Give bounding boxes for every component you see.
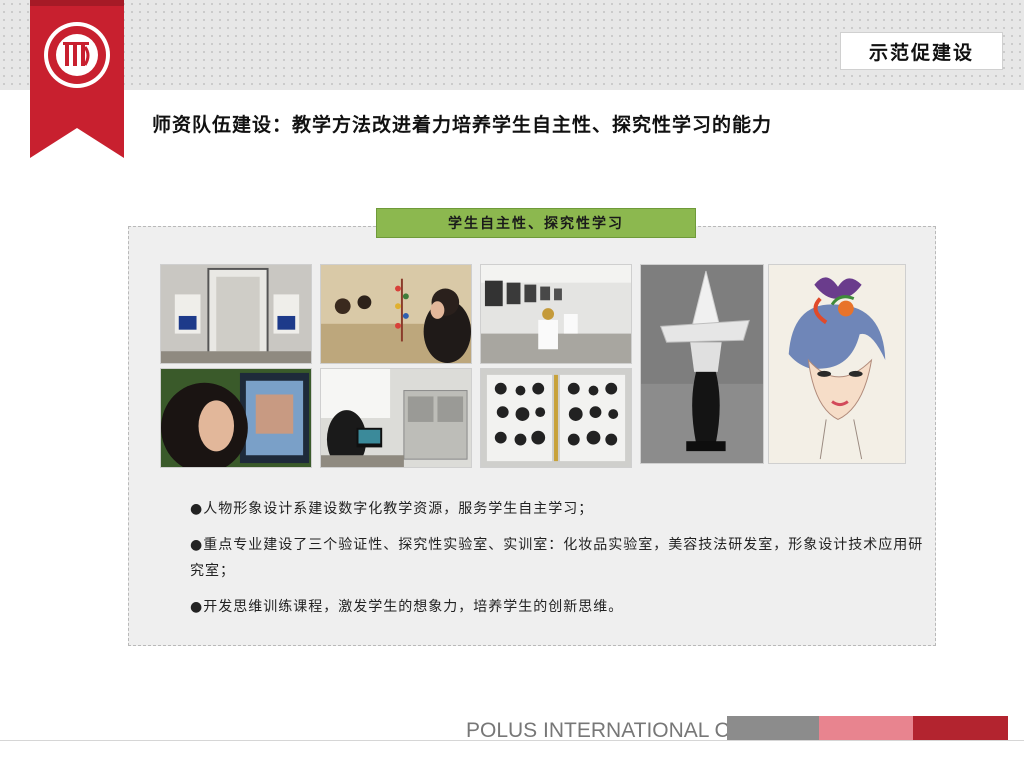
photo-display-kiosks [160,264,312,364]
photo-computer-lab [320,368,472,468]
photo-pattern-board [480,368,632,468]
photo-lab-students [320,264,472,364]
page-title: 师资队伍建设：教学方法改进着力培养学生自主性、探究性学习的能力 [152,114,773,136]
bullet-item: ●开发思维训练课程，激发学生的想象力，培养学生的创新思维。 [190,599,624,615]
footer-bar-red [913,716,1008,740]
footer-bar-gray [727,716,819,740]
bullet-item: ●人物形象设计系建设数字化教学资源，服务学生自主学习； [190,501,594,517]
photo-digital-screen [160,368,312,468]
panel-label: 学生自主性、探究性学习 [376,208,696,238]
photo-sculpture [640,264,764,464]
footer-bar-pink [819,716,913,740]
section-tag: 示范促建设 [840,32,1003,70]
bullet-item: ●重点专业建设了三个验证性、探究性实验室、实训室：化妆品实验室，美容技法研发室，… [190,537,924,579]
bullet-list: ●人物形象设计系建设数字化教学资源，服务学生自主学习； ●重点专业建设了三个验证… [190,496,930,630]
logo-year: 1995 [71,76,84,82]
photo-exhibition-hall [480,264,632,364]
photo-fashion-illustration [768,264,906,464]
college-logo-ribbon: 1995 [30,0,124,160]
